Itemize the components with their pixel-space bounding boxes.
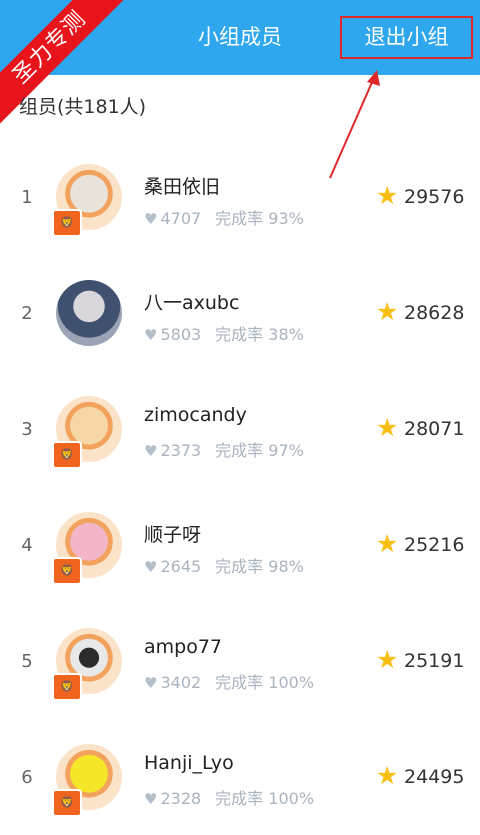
star-icon: ★ — [376, 413, 399, 442]
member-rank: 4 — [21, 535, 33, 556]
member-stats: ♥ 5803 完成率 38% — [144, 321, 304, 345]
member-stats: ♥ 2373 完成率 97% — [144, 437, 304, 461]
member-row[interactable]: 1 🦁 桑田依旧 ♥ 4707 完成率 93% ★ 29576 — [0, 139, 480, 255]
heart-icon: ♥ — [144, 790, 158, 808]
member-name[interactable]: 桑田依旧 — [144, 172, 220, 199]
member-name[interactable]: Hanji_Lyo — [144, 752, 234, 774]
like-count: 4707 — [160, 209, 202, 228]
member-stats: ♥ 2328 完成率 100% — [144, 785, 314, 809]
like-count: 2645 — [160, 557, 202, 576]
member-name[interactable]: 八一axubc — [144, 288, 239, 315]
member-row[interactable]: 6 🦁 Hanji_Lyo ♥ 2328 完成率 100% ★ 24495 — [0, 719, 480, 835]
star-icon: ★ — [376, 297, 399, 326]
lion-badge-icon: 🦁 — [52, 557, 82, 585]
member-row[interactable]: 4 🦁 顺子呀 ♥ 2645 完成率 98% ★ 25216 — [0, 487, 480, 603]
member-name[interactable]: 顺子呀 — [144, 520, 201, 547]
lion-badge-icon: 🦁 — [52, 673, 82, 701]
member-name[interactable]: ampo77 — [144, 636, 222, 658]
completion-label: 完成率 — [215, 209, 264, 228]
member-row[interactable]: 3 🦁 zimocandy ♥ 2373 完成率 97% ★ 28071 — [0, 371, 480, 487]
completion-rate: 100% — [268, 789, 315, 808]
completion-rate: 93% — [268, 209, 304, 228]
member-score: 29576 — [404, 186, 465, 208]
member-score: 25191 — [404, 650, 465, 672]
member-rank: 6 — [21, 767, 33, 788]
member-stats: ♥ 3402 完成率 100% — [144, 669, 314, 693]
member-stats: ♥ 4707 完成率 93% — [144, 205, 304, 229]
member-rank: 1 — [21, 187, 33, 208]
heart-icon: ♥ — [144, 210, 158, 228]
star-icon: ★ — [376, 529, 399, 558]
member-score: 24495 — [404, 766, 465, 788]
avatar[interactable] — [56, 280, 122, 346]
completion-rate: 38% — [268, 325, 304, 344]
like-count: 2328 — [160, 789, 202, 808]
heart-icon: ♥ — [144, 558, 158, 576]
heart-icon: ♥ — [144, 674, 158, 692]
heart-icon: ♥ — [144, 442, 158, 460]
completion-label: 完成率 — [215, 441, 264, 460]
lion-badge-icon: 🦁 — [52, 441, 82, 469]
member-score: 28071 — [404, 418, 465, 440]
member-score: 28628 — [404, 302, 465, 324]
heart-icon: ♥ — [144, 326, 158, 344]
star-icon: ★ — [376, 645, 399, 674]
completion-rate: 97% — [268, 441, 304, 460]
member-name[interactable]: zimocandy — [144, 404, 247, 426]
lion-badge-icon: 🦁 — [52, 789, 82, 817]
completion-label: 完成率 — [215, 789, 264, 808]
star-icon: ★ — [376, 181, 399, 210]
completion-rate: 100% — [268, 673, 315, 692]
completion-rate: 98% — [268, 557, 304, 576]
member-rank: 3 — [21, 419, 33, 440]
completion-label: 完成率 — [215, 557, 264, 576]
star-icon: ★ — [376, 761, 399, 790]
top-bar: 小组成员 退出小组 — [0, 0, 480, 75]
member-rank: 2 — [21, 303, 33, 324]
lion-badge-icon: 🦁 — [52, 209, 82, 237]
completion-label: 完成率 — [215, 325, 264, 344]
like-count: 3402 — [160, 673, 202, 692]
member-count: 组员(共181人) — [19, 96, 147, 118]
member-row[interactable]: 2 八一axubc ♥ 5803 完成率 38% ★ 28628 — [0, 255, 480, 371]
like-count: 2373 — [160, 441, 202, 460]
member-rank: 5 — [21, 651, 33, 672]
like-count: 5803 — [160, 325, 202, 344]
member-row[interactable]: 5 🦁 ampo77 ♥ 3402 完成率 100% ★ 25191 — [0, 603, 480, 719]
exit-group-button[interactable]: 退出小组 — [340, 16, 473, 59]
member-stats: ♥ 2645 完成率 98% — [144, 553, 304, 577]
member-score: 25216 — [404, 534, 465, 556]
completion-label: 完成率 — [215, 673, 264, 692]
